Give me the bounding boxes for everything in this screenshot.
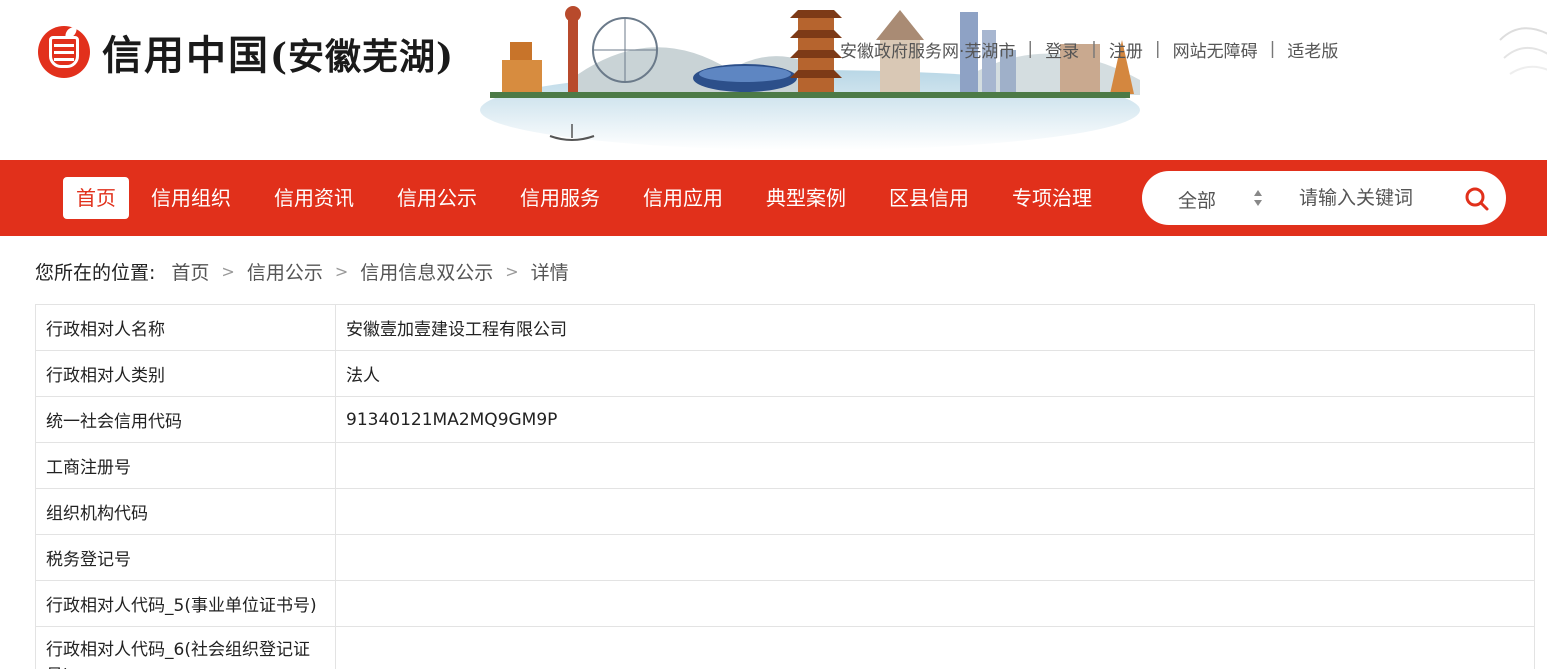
site-logo[interactable]: 信用中国(安徽芜湖) — [38, 22, 454, 82]
table-row: 组织机构代码 — [35, 488, 1535, 535]
field-value: 法人 — [335, 350, 1535, 397]
breadcrumb-arrow-icon: > — [221, 261, 235, 281]
field-label: 统一社会信用代码 — [35, 396, 336, 443]
field-value — [335, 442, 1535, 489]
nav-credit-publicity[interactable]: 信用公示 — [397, 177, 477, 219]
field-label: 行政相对人代码_5(事业单位证书号) — [35, 580, 336, 627]
breadcrumb-double-publicity[interactable]: 信用信息双公示 — [360, 258, 493, 285]
field-label: 税务登记号 — [35, 534, 336, 581]
table-row: 行政相对人类别 法人 — [35, 350, 1535, 397]
field-label: 行政相对人类别 — [35, 350, 336, 397]
nav-typical-cases[interactable]: 典型案例 — [766, 177, 846, 219]
table-row: 统一社会信用代码 91340121MA2MQ9GM9P — [35, 396, 1535, 443]
field-label: 组织机构代码 — [35, 488, 336, 535]
nav-home[interactable]: 首页 — [63, 177, 129, 219]
field-value — [335, 488, 1535, 535]
field-value: 安徽壹加壹建设工程有限公司 — [335, 304, 1535, 351]
nav-district-credit[interactable]: 区县信用 — [889, 177, 969, 219]
logo-title: 信用中国 — [102, 32, 270, 79]
nav-credit-organization[interactable]: 信用组织 — [151, 177, 231, 219]
table-row: 工商注册号 — [35, 442, 1535, 489]
elderly-mode-link[interactable]: 适老版 — [1287, 37, 1338, 62]
table-row: 行政相对人名称 安徽壹加壹建设工程有限公司 — [35, 304, 1535, 351]
search-input[interactable] — [1299, 185, 1449, 211]
table-row: 行政相对人代码_5(事业单位证书号) — [35, 580, 1535, 627]
city-skyline-illustration — [480, 6, 1140, 150]
nav-special-governance[interactable]: 专项治理 — [1012, 177, 1092, 219]
nav-credit-service[interactable]: 信用服务 — [520, 177, 600, 219]
site-header: 信用中国(安徽芜湖) 安徽政府服务网·芜湖市 | 登录 | 注册 | 网站无障碍… — [0, 0, 1547, 160]
field-label: 行政相对人名称 — [35, 304, 336, 351]
field-value — [335, 580, 1535, 627]
breadcrumb-home[interactable]: 首页 — [171, 258, 209, 285]
breadcrumb-lead: 您所在的位置: — [35, 261, 156, 284]
credit-china-emblem-icon — [38, 25, 90, 78]
field-label: 行政相对人代码_6(社会组织登记证号) — [35, 626, 336, 669]
field-label: 工商注册号 — [35, 442, 336, 489]
nav-credit-application[interactable]: 信用应用 — [643, 177, 723, 219]
table-row: 税务登记号 — [35, 534, 1535, 581]
breadcrumb-arrow-icon: > — [505, 261, 519, 281]
table-row: 行政相对人代码_6(社会组织登记证号) — [35, 626, 1535, 669]
breadcrumb-arrow-icon: > — [334, 261, 349, 281]
detail-table: 行政相对人名称 安徽壹加壹建设工程有限公司 行政相对人类别 法人 统一社会信用代… — [35, 304, 1535, 669]
accessibility-link[interactable]: 网站无障碍 — [1173, 37, 1258, 62]
logo-region: (安徽芜湖) — [270, 36, 455, 78]
gov-service-link[interactable]: 安徽政府服务网·芜湖市 — [840, 37, 1015, 62]
cloud-decoration-icon — [1499, 27, 1547, 75]
breadcrumb: 您所在的位置: 首页 > 信用公示 > 信用信息双公示 > 详情 — [35, 257, 569, 285]
nav-credit-news[interactable]: 信用资讯 — [274, 177, 354, 219]
select-updown-icon[interactable] — [1253, 189, 1263, 207]
search-box: 全部 — [1142, 171, 1506, 225]
field-value: 91340121MA2MQ9GM9P — [335, 396, 1535, 443]
login-link[interactable]: 登录 — [1045, 37, 1079, 62]
breadcrumb-credit-publicity[interactable]: 信用公示 — [247, 258, 323, 285]
register-link[interactable]: 注册 — [1109, 37, 1143, 62]
field-value — [335, 626, 1535, 669]
search-icon[interactable] — [1464, 186, 1490, 212]
breadcrumb-current: 详情 — [530, 261, 569, 284]
search-scope-select[interactable]: 全部 — [1178, 186, 1216, 213]
field-value — [335, 534, 1535, 581]
top-utility-links: 安徽政府服务网·芜湖市 | 登录 | 注册 | 网站无障碍 | 适老版 — [840, 37, 1338, 62]
